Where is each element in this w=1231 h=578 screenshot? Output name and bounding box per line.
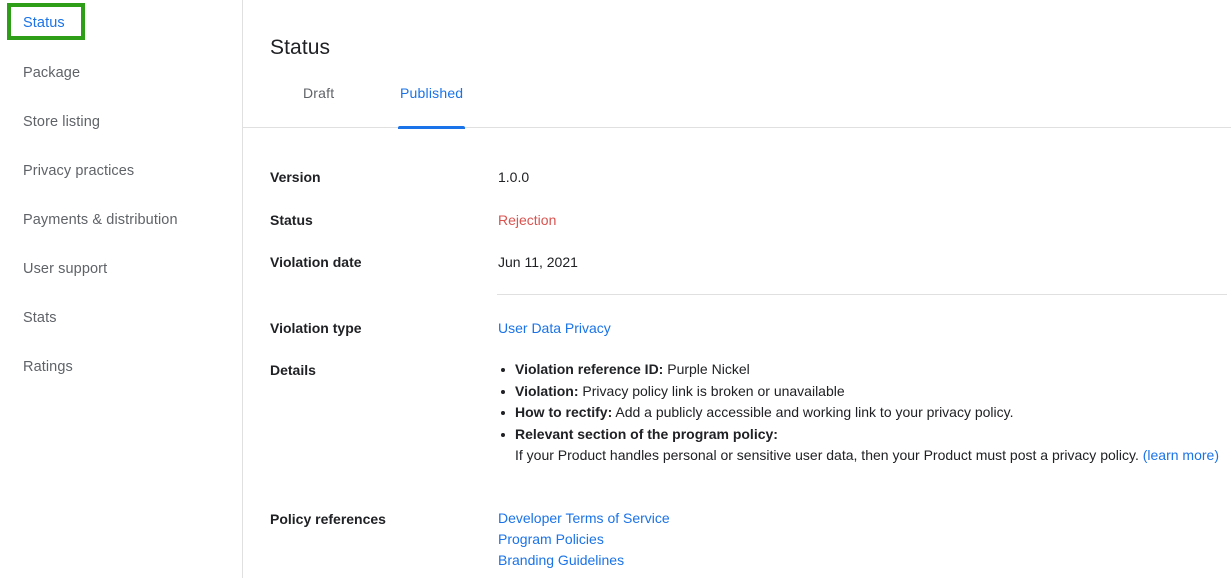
row-label-violation-date: Violation date — [270, 254, 362, 270]
violation-type-link[interactable]: User Data Privacy — [498, 320, 611, 336]
sidebar-item-package[interactable]: Package — [23, 64, 80, 82]
detail-text: Purple Nickel — [663, 361, 750, 377]
sidebar-item-label: Ratings — [23, 359, 73, 375]
sidebar-item-payments-distribution[interactable]: Payments & distribution — [23, 211, 178, 229]
tab-bar: Draft Published — [243, 84, 1231, 129]
sidebar-item-stats[interactable]: Stats — [23, 309, 57, 327]
sidebar-item-store-listing[interactable]: Store listing — [23, 113, 100, 131]
detail-text: Add a publicly accessible and working li… — [612, 404, 1014, 420]
sidebar-nav: Status Package Store listing Privacy pra… — [0, 0, 243, 578]
sidebar-item-user-support[interactable]: User support — [23, 260, 107, 278]
sidebar-item-label: User support — [23, 261, 108, 277]
detail-text: Privacy policy link is broken or unavail… — [578, 382, 845, 399]
detail-term: Violation: — [515, 382, 579, 399]
row-value-version: 1.0.0 — [498, 169, 530, 185]
list-item: Violation reference ID: Purple Nickel — [498, 359, 1231, 381]
sidebar-item-label: Status — [23, 15, 65, 31]
details-list: Violation reference ID: Purple Nickel Vi… — [498, 359, 1231, 467]
app-root: Status Package Store listing Privacy pra… — [0, 0, 1231, 578]
row-label-version: Version — [270, 169, 321, 185]
policy-references-links: Developer Terms of Service Program Polic… — [498, 508, 670, 571]
learn-more-link[interactable]: (learn more) — [1143, 447, 1219, 463]
detail-term: How to rectify: — [515, 404, 613, 420]
section-divider — [497, 294, 1227, 295]
sidebar-item-ratings[interactable]: Ratings — [23, 358, 73, 376]
row-label-details: Details — [270, 362, 316, 378]
sidebar-item-privacy-practices[interactable]: Privacy practices — [23, 162, 134, 180]
sidebar-item-label: Package — [23, 65, 81, 81]
tab-label: Draft — [303, 85, 335, 101]
developer-terms-of-service-link[interactable]: Developer Terms of Service — [498, 508, 670, 529]
row-label-status: Status — [270, 212, 313, 228]
detail-term: Violation reference ID: — [515, 361, 664, 377]
row-value-violation-date: Jun 11, 2021 — [498, 254, 578, 270]
tab-active-underline — [398, 126, 466, 129]
list-item: Relevant section of the program policy: … — [498, 424, 1231, 467]
row-value-status: Rejection — [498, 212, 557, 228]
sidebar-item-label: Store listing — [23, 114, 101, 130]
detail-subtext: If your Product handles personal or sens… — [515, 447, 1143, 463]
sidebar-item-label: Stats — [23, 310, 57, 326]
detail-subtext-wrapper: If your Product handles personal or sens… — [515, 445, 1231, 467]
detail-term: Relevant section of the program policy: — [515, 425, 778, 442]
sidebar-item-label: Payments & distribution — [23, 212, 178, 228]
row-label-policy-references: Policy references — [270, 511, 386, 527]
tab-draft[interactable]: Draft — [301, 84, 336, 102]
branding-guidelines-link[interactable]: Branding Guidelines — [498, 550, 670, 571]
row-value-violation-type: User Data Privacy — [498, 318, 611, 338]
row-label-violation-type: Violation type — [270, 320, 362, 336]
list-item: Violation: Privacy policy link is broken… — [498, 381, 1231, 403]
page-title: Status — [270, 36, 331, 60]
tab-published[interactable]: Published — [398, 84, 466, 129]
tab-label: Published — [400, 85, 464, 101]
sidebar-item-label: Privacy practices — [23, 163, 135, 179]
list-item: How to rectify: Add a publicly accessibl… — [498, 402, 1231, 424]
sidebar-item-status[interactable]: Status — [23, 14, 65, 32]
main-content: Status Draft Published Version 1.0.0 Sta… — [243, 0, 1231, 578]
program-policies-link[interactable]: Program Policies — [498, 529, 670, 550]
